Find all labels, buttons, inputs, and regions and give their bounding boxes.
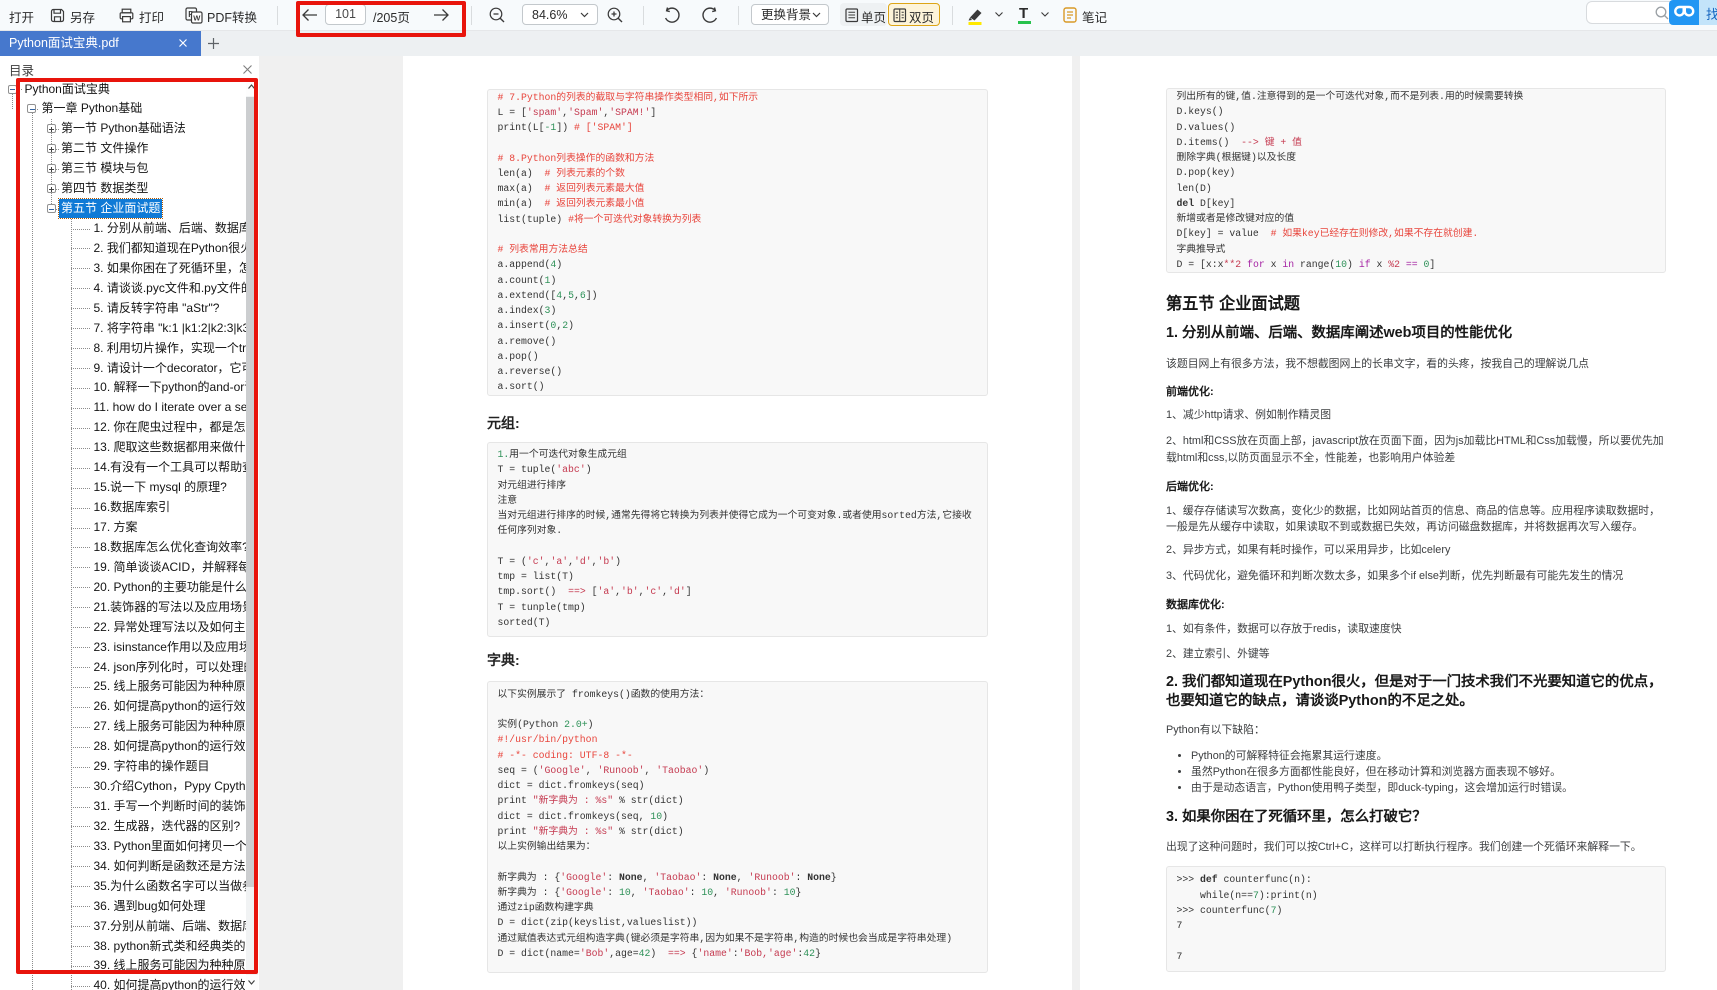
- svg-text:W: W: [193, 14, 201, 23]
